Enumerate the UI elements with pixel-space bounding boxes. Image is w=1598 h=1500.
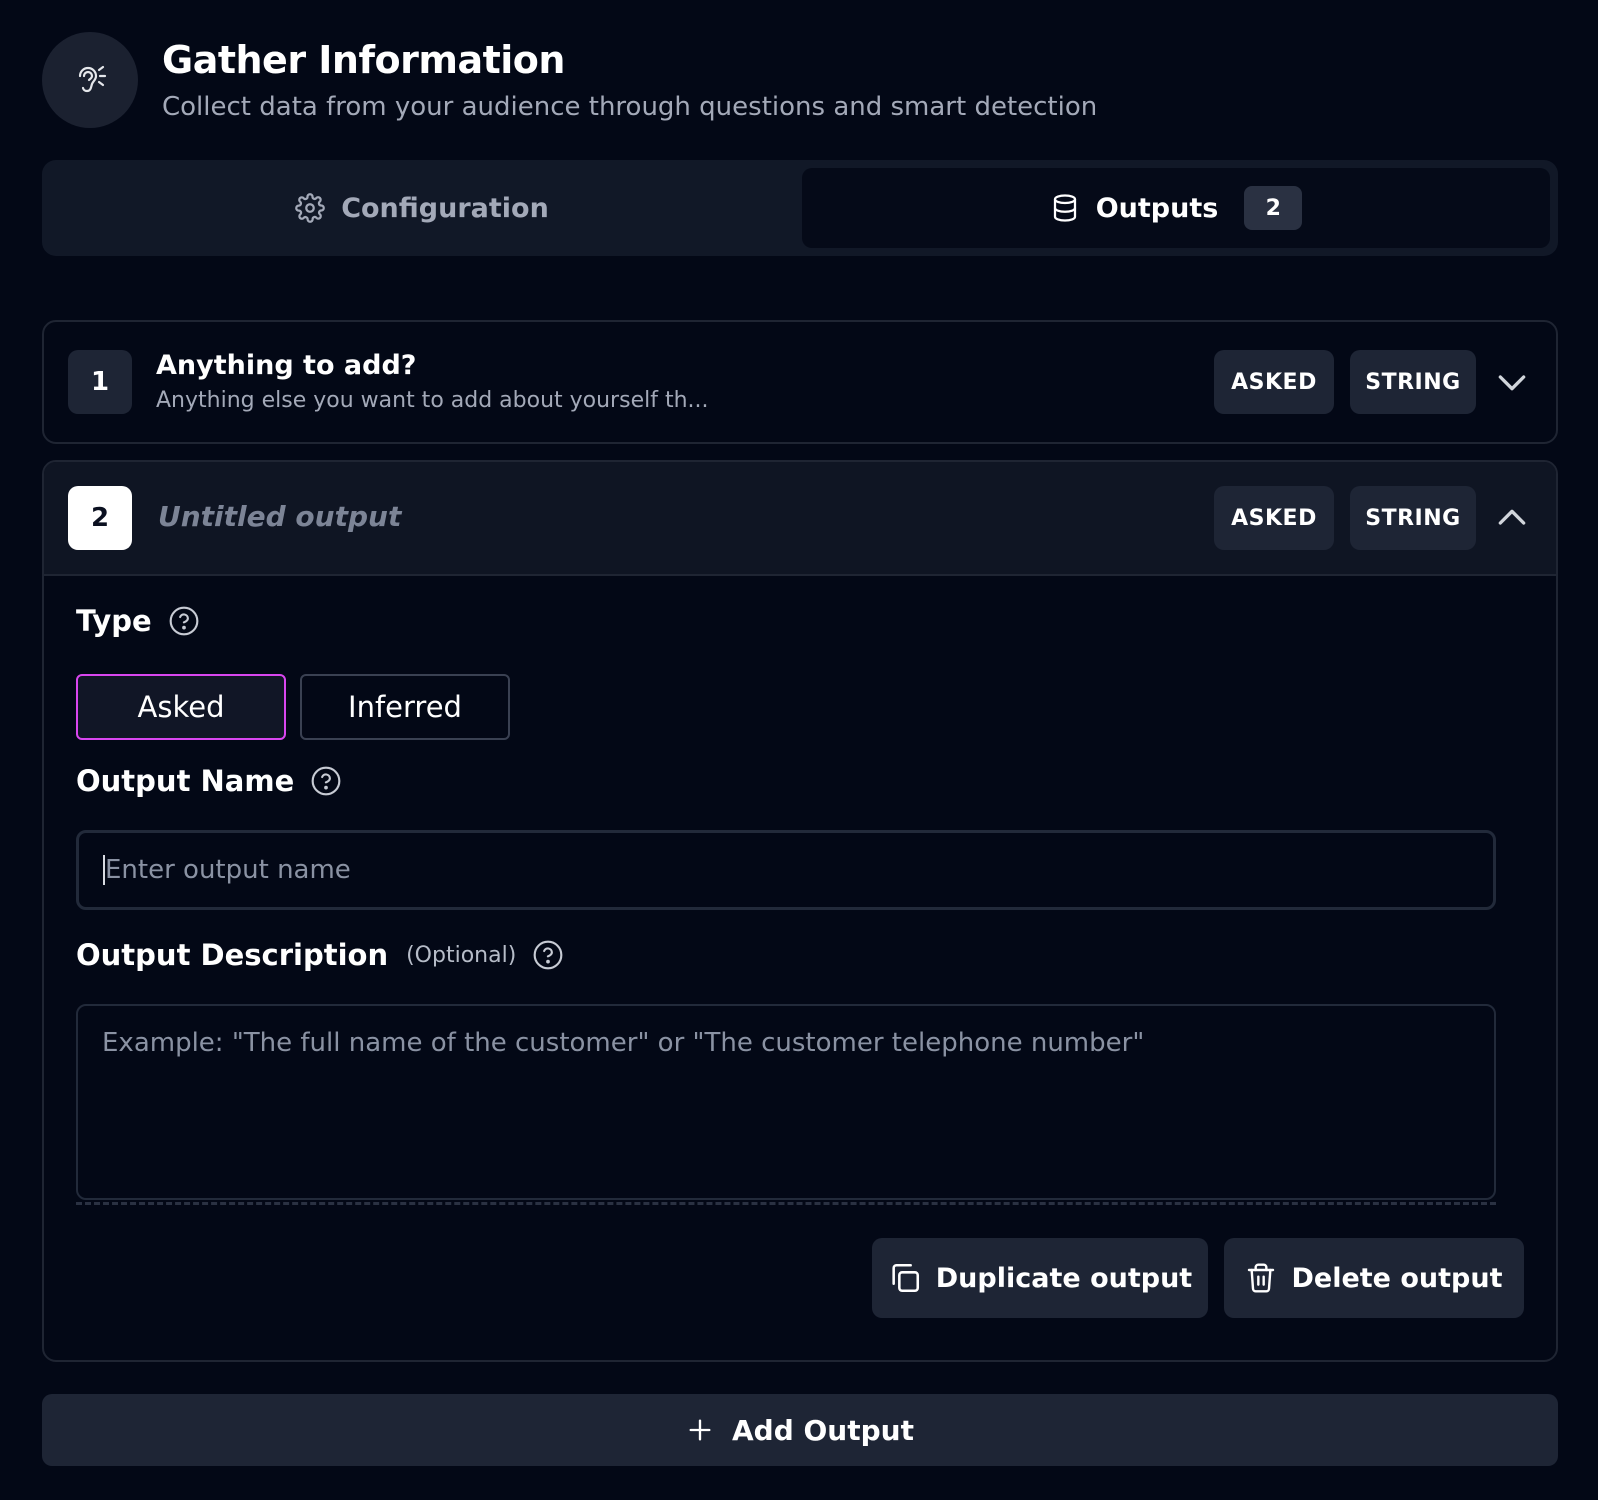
type-label: Type	[76, 604, 152, 638]
tab-configuration[interactable]: Configuration	[50, 168, 794, 248]
type-inferred-button[interactable]: Inferred	[300, 674, 510, 740]
copy-icon	[892, 1263, 919, 1293]
output-description: Anything else you want to add about your…	[156, 388, 709, 413]
ear-listening-icon	[42, 32, 138, 128]
output-card-header[interactable]: 2 Untitled output ASKED STRING	[44, 462, 1556, 576]
type-badge: ASKED	[1214, 486, 1334, 550]
divider	[76, 1202, 1496, 1205]
output-card-1[interactable]: 1 Anything to add? Anything else you wan…	[42, 320, 1558, 444]
tab-bar: Configuration Outputs 2	[42, 160, 1558, 256]
help-icon[interactable]	[168, 605, 200, 637]
tab-outputs-label: Outputs	[1095, 192, 1219, 224]
plus-icon	[689, 1419, 711, 1441]
help-icon[interactable]	[310, 765, 342, 797]
output-name-input[interactable]: Enter output name	[76, 830, 1496, 910]
delete-output-button[interactable]: Delete output	[1224, 1238, 1524, 1318]
output-description-label: Output Description	[76, 938, 389, 972]
type-badge: ASKED	[1214, 350, 1334, 414]
gear-icon	[295, 193, 326, 223]
page-title: Gather Information	[162, 38, 565, 82]
output-card-2: 2 Untitled output ASKED STRING Type Aske…	[42, 460, 1558, 1362]
output-name-label-row: Output Name	[76, 764, 342, 798]
optional-hint: (Optional)	[406, 942, 517, 968]
type-asked-button[interactable]: Asked	[76, 674, 286, 740]
help-icon[interactable]	[532, 939, 564, 971]
output-description-textarea[interactable]: Example: "The full name of the customer"…	[76, 1004, 1496, 1200]
output-number: 1	[68, 350, 132, 414]
data-type-badge: STRING	[1350, 486, 1476, 550]
output-name-label: Output Name	[76, 764, 295, 798]
output-title: Anything to add?	[156, 350, 417, 381]
duplicate-output-label: Duplicate output	[935, 1262, 1193, 1294]
add-output-label: Add Output	[732, 1413, 914, 1447]
type-label-row: Type	[76, 604, 200, 638]
delete-output-label: Delete output	[1291, 1262, 1503, 1294]
output-number: 2	[68, 486, 132, 550]
chevron-up-icon[interactable]	[1492, 498, 1532, 538]
data-type-badge: STRING	[1350, 350, 1476, 414]
output-title: Untitled output	[158, 500, 402, 533]
tab-configuration-label: Configuration	[341, 192, 549, 224]
duplicate-output-button[interactable]: Duplicate output	[872, 1238, 1208, 1318]
page-subtitle: Collect data from your audience through …	[162, 92, 1098, 122]
add-output-button[interactable]: Add Output	[42, 1394, 1558, 1466]
output-name-placeholder: Enter output name	[105, 855, 351, 885]
gather-information-panel: Gather Information Collect data from you…	[0, 0, 1598, 1500]
output-description-label-row: Output Description (Optional)	[76, 938, 564, 972]
database-icon	[1053, 194, 1076, 222]
outputs-count-badge: 2	[1244, 186, 1303, 230]
chevron-down-icon[interactable]	[1492, 362, 1532, 402]
tab-outputs[interactable]: Outputs 2	[802, 168, 1550, 248]
output-description-placeholder: Example: "The full name of the customer"…	[102, 1028, 1145, 1058]
trash-icon	[1248, 1263, 1275, 1293]
